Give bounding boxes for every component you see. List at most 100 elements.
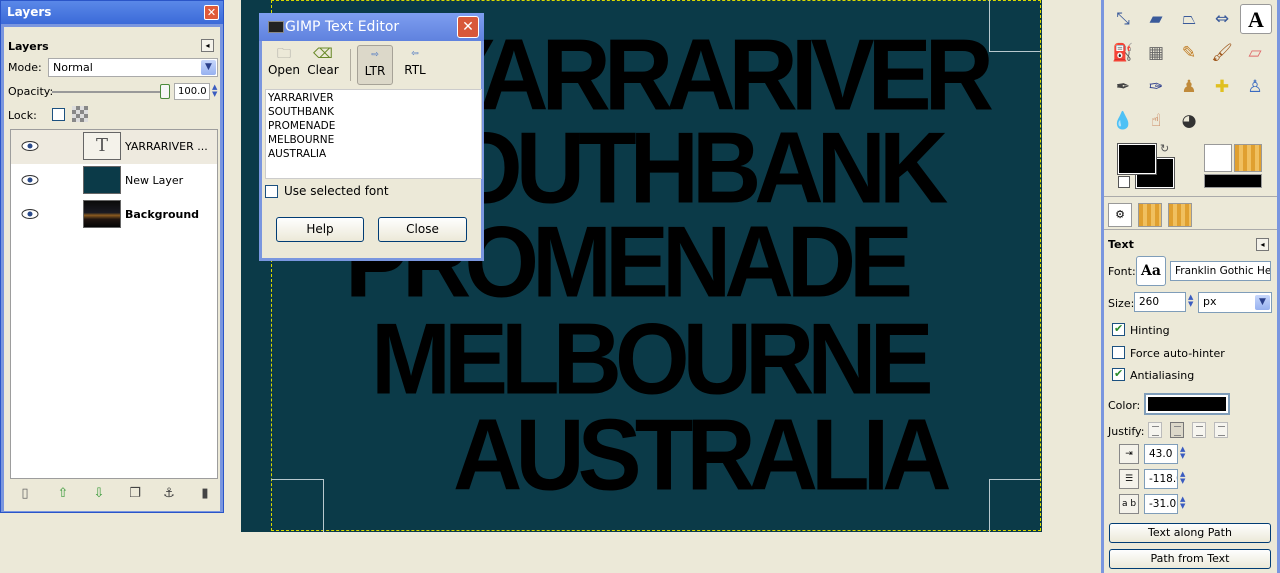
text-line: PROMENADE bbox=[268, 120, 336, 132]
use-selected-font-checkbox[interactable] bbox=[265, 185, 278, 198]
justify-label: Justify: bbox=[1108, 425, 1145, 438]
paintbrush-icon[interactable]: 🖌 bbox=[1207, 38, 1237, 68]
corner-guide bbox=[989, 479, 1041, 532]
letter-spacing-input[interactable]: -31.0 bbox=[1144, 494, 1178, 514]
pattern-preview[interactable] bbox=[1234, 144, 1262, 172]
text-line: AUSTRALIA bbox=[268, 148, 327, 160]
unit-select[interactable]: px ▼ bbox=[1198, 292, 1272, 313]
text-editor-titlebar[interactable]: GIMP Text Editor bbox=[259, 13, 484, 41]
opacity-label: Opacity: bbox=[8, 85, 54, 98]
pencil-icon[interactable]: ✎ bbox=[1174, 38, 1204, 68]
tool-options-title: Text bbox=[1108, 238, 1134, 251]
justify-right-icon[interactable] bbox=[1170, 422, 1184, 438]
antialiasing-checkbox[interactable] bbox=[1112, 367, 1125, 381]
justify-fill-icon[interactable] bbox=[1214, 422, 1228, 438]
flip-tool-icon[interactable]: ⇔ bbox=[1207, 4, 1237, 34]
scale-tool-icon[interactable]: ⤡ bbox=[1108, 4, 1138, 34]
clone-stamp-icon[interactable]: ♟ bbox=[1174, 72, 1204, 102]
layer-row-new-layer[interactable]: New Layer bbox=[11, 164, 217, 198]
justify-left-icon[interactable] bbox=[1148, 422, 1162, 438]
path-from-text-button[interactable]: Path from Text bbox=[1109, 549, 1271, 569]
panel-menu-icon[interactable]: ◂ bbox=[1256, 238, 1269, 251]
dodge-burn-icon[interactable]: ◕ bbox=[1174, 106, 1204, 136]
blend-tool-icon[interactable]: ▦ bbox=[1141, 38, 1171, 68]
blur-icon[interactable]: 💧 bbox=[1108, 106, 1138, 136]
force-autohinter-checkbox[interactable] bbox=[1112, 346, 1125, 359]
ltr-label: LTR bbox=[364, 64, 386, 78]
anchor-layer-icon[interactable]: ⚓ bbox=[160, 485, 178, 503]
text-color-button[interactable] bbox=[1144, 393, 1230, 415]
layers-titlebar[interactable]: Layers bbox=[1, 1, 223, 24]
perspective-tool-icon[interactable]: ⏢ bbox=[1174, 4, 1204, 34]
spin-arrows-icon[interactable]: ▲ ▼ bbox=[212, 84, 217, 98]
rtl-button[interactable]: ⇦ RTL bbox=[397, 45, 433, 85]
chevron-down-icon: ▼ bbox=[1255, 295, 1270, 310]
layers-section-title: Layers bbox=[8, 40, 49, 53]
broom-icon: ⌫ bbox=[313, 46, 333, 62]
text-along-path-button[interactable]: Text along Path bbox=[1109, 523, 1271, 543]
tool-options-tab-icon[interactable]: ⚙ bbox=[1108, 203, 1132, 227]
layer-name: New Layer bbox=[125, 174, 184, 187]
lock-pixels-checkbox[interactable] bbox=[52, 108, 65, 121]
patterns-tab-icon[interactable] bbox=[1138, 203, 1162, 227]
toolbox-dock: ⤡ ▰ ⏢ ⇔ A ⛽ ▦ ✎ 🖌 ▱ ✒ ✑ ♟ ✚ ♙ 💧 ☝ ◕ ↻ ⚙ … bbox=[1101, 0, 1280, 573]
bucket-fill-icon[interactable]: ⛽ bbox=[1108, 38, 1138, 68]
font-name-input[interactable]: Franklin Gothic Heav bbox=[1170, 261, 1271, 281]
justify-center-icon[interactable] bbox=[1192, 422, 1206, 438]
shear-tool-icon[interactable]: ▰ bbox=[1141, 4, 1171, 34]
gradient-preview[interactable] bbox=[1204, 174, 1262, 188]
indent-input[interactable]: 43.0 bbox=[1144, 444, 1178, 464]
folder-icon: 🗀 bbox=[277, 46, 291, 62]
close-icon[interactable]: ✕ bbox=[204, 5, 219, 20]
close-icon[interactable]: ✕ bbox=[457, 16, 479, 38]
heal-icon[interactable]: ✚ bbox=[1207, 72, 1237, 102]
open-button[interactable]: 🗀 Open bbox=[266, 45, 302, 85]
airbrush-icon[interactable]: ✒ bbox=[1108, 72, 1138, 102]
chevron-down-icon: ▼ bbox=[201, 60, 216, 75]
eye-icon[interactable] bbox=[21, 174, 39, 186]
help-button[interactable]: Help bbox=[276, 217, 364, 242]
smudge-icon[interactable]: ☝ bbox=[1141, 106, 1171, 136]
default-colors-icon[interactable] bbox=[1118, 176, 1130, 188]
delete-layer-icon[interactable]: ▮ bbox=[196, 485, 214, 503]
eraser-icon[interactable]: ▱ bbox=[1240, 38, 1270, 68]
hinting-checkbox[interactable] bbox=[1112, 322, 1125, 336]
close-button[interactable]: Close bbox=[378, 217, 467, 242]
text-tool-icon[interactable]: A bbox=[1240, 4, 1272, 34]
layer-name: YARRARIVER ... bbox=[125, 140, 208, 153]
line-spacing-input[interactable]: -118.0 bbox=[1144, 469, 1178, 489]
opacity-spinbox[interactable]: 100.0 bbox=[174, 83, 210, 100]
ink-icon[interactable]: ✑ bbox=[1141, 72, 1171, 102]
lock-alpha-icon[interactable] bbox=[72, 106, 88, 122]
eye-icon[interactable] bbox=[21, 140, 39, 152]
opacity-slider[interactable] bbox=[52, 84, 170, 99]
panel-menu-icon[interactable]: ◂ bbox=[201, 39, 214, 52]
eye-icon[interactable] bbox=[21, 208, 39, 220]
mode-select[interactable]: Normal ▼ bbox=[48, 58, 218, 77]
clear-button[interactable]: ⌫ Clear bbox=[305, 45, 341, 85]
text-editor-title: GIMP Text Editor bbox=[285, 19, 400, 35]
ltr-button[interactable]: ⇨ LTR bbox=[357, 45, 393, 85]
font-picker-button[interactable]: Aa bbox=[1136, 256, 1166, 286]
gradients-tab-icon[interactable] bbox=[1168, 203, 1192, 227]
raise-layer-icon[interactable]: ⇧ bbox=[54, 485, 72, 503]
spin-arrows-icon[interactable]: ▲ ▼ bbox=[1180, 446, 1185, 460]
layer-row-text[interactable]: T YARRARIVER ... bbox=[11, 130, 217, 164]
perspective-clone-icon[interactable]: ♙ bbox=[1240, 72, 1270, 102]
spin-arrows-icon[interactable]: ▲ ▼ bbox=[1180, 471, 1185, 485]
size-input[interactable]: 260 bbox=[1134, 292, 1186, 312]
foreground-color-swatch[interactable] bbox=[1117, 143, 1157, 175]
text-editor-textarea[interactable]: YARRARIVER SOUTHBANK PROMENADE MELBOURNE… bbox=[265, 89, 482, 179]
swap-colors-icon[interactable]: ↻ bbox=[1160, 142, 1169, 155]
force-autohinter-label: Force auto-hinter bbox=[1130, 347, 1225, 360]
duplicate-layer-icon[interactable]: ❐ bbox=[126, 485, 144, 503]
opacity-slider-thumb[interactable] bbox=[160, 84, 170, 99]
new-layer-icon[interactable]: ▯ bbox=[16, 485, 34, 503]
brush-preview[interactable] bbox=[1204, 144, 1232, 172]
layer-name: Background bbox=[125, 208, 200, 221]
spin-arrows-icon[interactable]: ▲ ▼ bbox=[1180, 496, 1185, 510]
indent-icon: ⇥ bbox=[1119, 444, 1139, 464]
lower-layer-icon[interactable]: ⇩ bbox=[90, 485, 108, 503]
spin-arrows-icon[interactable]: ▲ ▼ bbox=[1188, 294, 1193, 308]
layer-row-background[interactable]: Background bbox=[11, 198, 217, 232]
